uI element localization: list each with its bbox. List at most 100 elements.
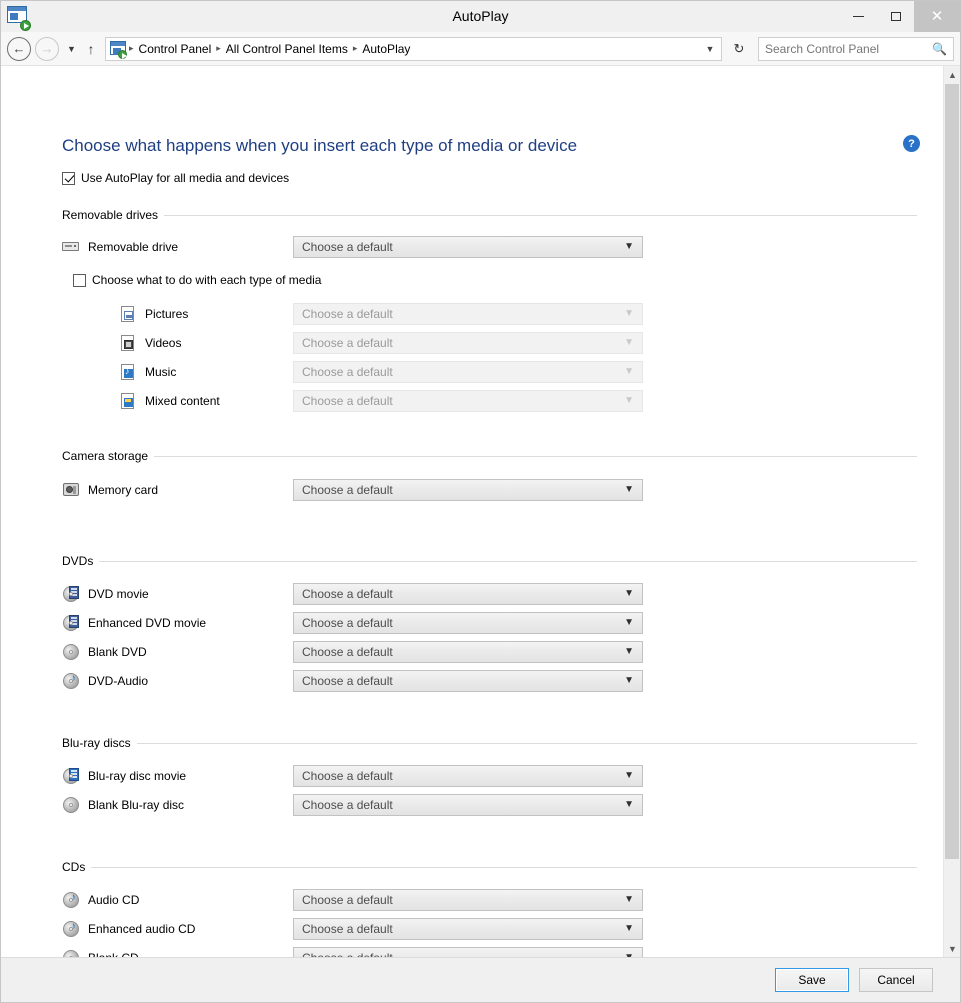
media-dropdown-blank-dvd[interactable]: Choose a default ▼ xyxy=(293,641,643,663)
dvd-movie-disc-icon xyxy=(62,585,82,603)
media-dropdown-blank-bluray-disc[interactable]: Choose a default ▼ xyxy=(293,794,643,816)
bluray-disc-icon xyxy=(62,767,82,785)
choose-each-type-checkbox[interactable] xyxy=(73,274,86,287)
chevron-down-icon: ▼ xyxy=(624,308,638,319)
address-dropdown-chevron-icon[interactable]: ▼ xyxy=(701,38,719,60)
media-row-label: Blank DVD xyxy=(88,645,147,659)
media-dropdown-memory-card[interactable]: Choose a default ▼ xyxy=(293,479,643,501)
recent-locations-chevron-icon[interactable]: ▼ xyxy=(63,38,80,60)
breadcrumb-item-autoplay[interactable]: AutoPlay xyxy=(358,42,414,56)
title-bar: AutoPlay ✕ xyxy=(1,1,960,32)
search-input[interactable]: Search Control Panel xyxy=(765,42,932,56)
section-header: DVDs xyxy=(62,552,917,570)
media-dropdown-bluray-disc-movie[interactable]: Choose a default ▼ xyxy=(293,765,643,787)
media-dropdown-removable-drive[interactable]: Choose a default ▼ xyxy=(293,236,643,258)
media-row-enhanced-dvd-movie: Enhanced DVD movie Choose a default ▼ xyxy=(62,608,943,637)
dropdown-value: Choose a default xyxy=(302,769,624,783)
help-icon[interactable]: ? xyxy=(903,135,920,152)
media-dropdown-blank-cd[interactable]: Choose a default ▼ xyxy=(293,947,643,958)
chevron-down-icon: ▼ xyxy=(624,337,638,348)
chevron-down-icon: ▼ xyxy=(624,484,638,495)
media-dropdown-audio-cd[interactable]: Choose a default ▼ xyxy=(293,889,643,911)
section-title: Removable drives xyxy=(62,208,164,222)
pictures-file-icon xyxy=(119,305,139,323)
media-dropdown-enhanced-dvd-movie[interactable]: Choose a default ▼ xyxy=(293,612,643,634)
chevron-down-icon: ▼ xyxy=(624,395,638,406)
dropdown-value: Choose a default xyxy=(302,394,624,408)
refresh-icon[interactable]: ↻ xyxy=(728,38,750,60)
media-row-blank-cd: Blank CD Choose a default ▼ xyxy=(62,943,943,957)
dropdown-value: Choose a default xyxy=(302,307,624,321)
chevron-down-icon: ▼ xyxy=(624,617,638,628)
choose-each-type-checkbox-row[interactable]: Choose what to do with each type of medi… xyxy=(73,267,943,293)
media-dropdown-videos[interactable]: Choose a default ▼ xyxy=(293,332,643,354)
media-dropdown-pictures[interactable]: Choose a default ▼ xyxy=(293,303,643,325)
blank-disc-icon xyxy=(62,643,82,661)
search-box[interactable]: Search Control Panel 🔍 xyxy=(758,37,954,61)
breadcrumb-item-control-panel[interactable]: Control Panel xyxy=(135,42,216,56)
vertical-scrollbar[interactable]: ▲ ▼ xyxy=(943,66,960,957)
dropdown-value: Choose a default xyxy=(302,922,624,936)
scrollbar-thumb[interactable] xyxy=(945,84,959,859)
media-row-dvd-movie: DVD movie Choose a default ▼ xyxy=(62,579,943,608)
dropdown-value: Choose a default xyxy=(302,336,624,350)
back-arrow-icon[interactable]: ← xyxy=(7,37,31,61)
close-button[interactable]: ✕ xyxy=(914,1,960,32)
media-row-label: Mixed content xyxy=(145,394,220,408)
media-row-blank-bluray-disc: Blank Blu-ray disc Choose a default ▼ xyxy=(62,790,943,819)
section-camera-storage: Camera storage Memory card Choose a defa… xyxy=(1,447,943,504)
maximize-button[interactable] xyxy=(877,1,914,32)
section-title: DVDs xyxy=(62,554,99,568)
chevron-down-icon: ▼ xyxy=(624,923,638,934)
section-title: CDs xyxy=(62,860,91,874)
dropdown-value: Choose a default xyxy=(302,674,624,688)
dropdown-value: Choose a default xyxy=(302,893,624,907)
section-removable-drives: Removable drives Removable drive Choose … xyxy=(1,206,943,415)
media-dropdown-music[interactable]: Choose a default ▼ xyxy=(293,361,643,383)
media-row-dvd-audio: DVD-Audio Choose a default ▼ xyxy=(62,666,943,695)
sections-list: Removable drives Removable drive Choose … xyxy=(1,206,943,957)
media-row-label: Memory card xyxy=(88,483,158,497)
usb-drive-icon xyxy=(62,238,82,256)
forward-arrow-icon[interactable]: → xyxy=(35,37,59,61)
section-header: CDs xyxy=(62,858,917,876)
address-bar[interactable]: ▸ Control Panel ▸ All Control Panel Item… xyxy=(105,37,722,61)
chevron-down-icon: ▼ xyxy=(624,241,638,252)
cancel-button[interactable]: Cancel xyxy=(859,968,933,992)
media-dropdown-mixed-content[interactable]: Choose a default ▼ xyxy=(293,390,643,412)
navigation-bar: ← → ▼ ↑ ▸ Control Panel ▸ All Control Pa… xyxy=(1,32,960,66)
section-title: Camera storage xyxy=(62,449,154,463)
chevron-down-icon: ▼ xyxy=(624,799,638,810)
chevron-down-icon: ▼ xyxy=(624,894,638,905)
media-row-label: Enhanced audio CD xyxy=(88,922,195,936)
section-cds: CDs Audio CD Choose a default ▼ Enhance xyxy=(1,858,943,957)
use-autoplay-checkbox-row[interactable]: Use AutoPlay for all media and devices xyxy=(62,171,289,185)
autoplay-icon xyxy=(7,6,29,28)
scroll-up-icon[interactable]: ▲ xyxy=(944,66,960,83)
save-button[interactable]: Save xyxy=(775,968,849,992)
up-arrow-icon[interactable]: ↑ xyxy=(80,38,102,60)
media-row-label: Music xyxy=(145,365,176,379)
media-dropdown-enhanced-audio-cd[interactable]: Choose a default ▼ xyxy=(293,918,643,940)
window-title: AutoPlay xyxy=(1,1,960,32)
media-dropdown-dvd-audio[interactable]: Choose a default ▼ xyxy=(293,670,643,692)
settings-panel: Choose what happens when you insert each… xyxy=(1,66,943,957)
media-row-label: Blank CD xyxy=(88,951,139,958)
media-dropdown-dvd-movie[interactable]: Choose a default ▼ xyxy=(293,583,643,605)
chevron-down-icon: ▼ xyxy=(624,675,638,686)
audio-disc-icon xyxy=(62,920,82,938)
media-row-memory-card: Memory card Choose a default ▼ xyxy=(62,475,943,504)
use-autoplay-checkbox[interactable] xyxy=(62,172,75,185)
dialog-footer: Save Cancel xyxy=(1,957,960,1002)
scroll-down-icon[interactable]: ▼ xyxy=(944,940,960,957)
dropdown-value: Choose a default xyxy=(302,951,624,958)
section-rule xyxy=(154,456,917,457)
media-row-removable-drive: Removable drive Choose a default ▼ xyxy=(62,232,943,261)
media-row-audio-cd: Audio CD Choose a default ▼ xyxy=(62,885,943,914)
breadcrumb-autoplay-icon xyxy=(110,41,126,57)
media-row-blank-dvd: Blank DVD Choose a default ▼ xyxy=(62,637,943,666)
breadcrumb-item-all-control-panel-items[interactable]: All Control Panel Items xyxy=(222,42,352,56)
media-row-label: Blank Blu-ray disc xyxy=(88,798,184,812)
minimize-button[interactable] xyxy=(840,1,877,32)
dropdown-value: Choose a default xyxy=(302,645,624,659)
